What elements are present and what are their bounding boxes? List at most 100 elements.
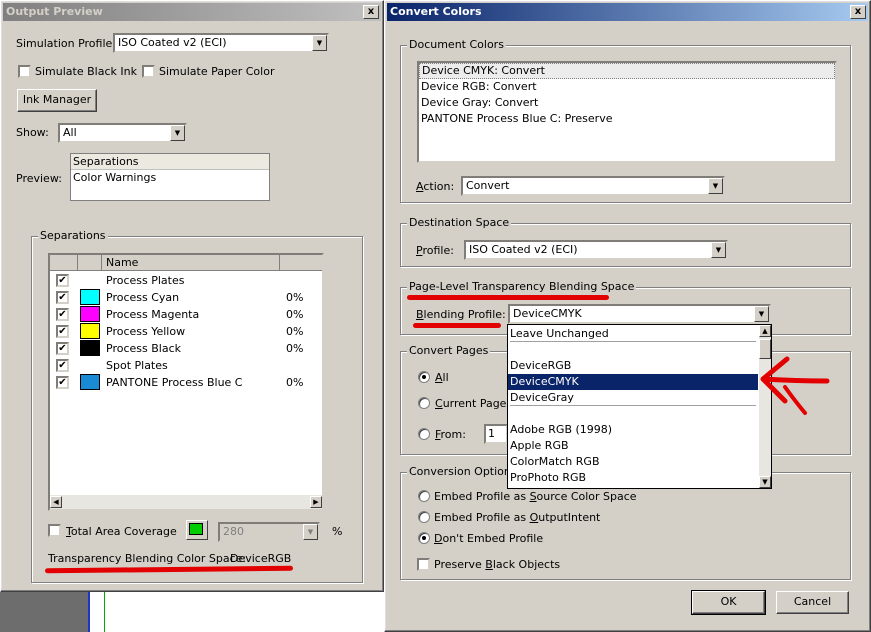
show-select[interactable]: All ▼ [58,123,187,143]
conversion-options-group-label: Conversion Options [407,465,519,478]
dropdown-option[interactable]: DeviceCMYK [508,374,758,390]
dropdown-option[interactable]: Leave Unchanged [508,326,758,342]
table-row[interactable]: ✔ PANTONE Process Blue C 0% [50,374,322,391]
table-row[interactable]: ✔ Process Yellow 0% [50,323,322,340]
chevron-down-icon[interactable]: ▼ [312,35,327,51]
close-icon[interactable]: x [363,5,379,19]
document-color-item[interactable]: Device RGB: Convert [419,79,835,95]
header-pct-col [280,255,322,271]
dropdown-option[interactable]: ColorMatch RGB [508,454,758,470]
document-color-item[interactable]: Device Gray: Convert [419,95,835,111]
dropdown-separator [508,405,758,422]
separation-name: Process Cyan [106,291,180,304]
table-row[interactable]: ✔ Process Plates [50,272,322,289]
table-row[interactable]: ✔ Spot Plates [50,357,322,374]
header-name[interactable]: Name [102,255,280,271]
separation-name: Process Plates [106,274,185,287]
simulate-paper-color-label: Simulate Paper Color [159,65,275,78]
coverage-value-select[interactable]: 280 ▼ [218,522,320,542]
simulate-paper-color-checkbox[interactable] [142,65,155,78]
ink-manager-button[interactable]: Ink Manager [17,89,97,112]
embed-source-radio[interactable] [418,490,430,502]
simulation-profile-select[interactable]: ISO Coated v2 (ECI) ▼ [113,33,329,53]
current-page-label: Current Page [435,397,507,410]
from-label: From: [435,428,466,441]
blending-profile-value: DeviceCMYK [513,307,582,320]
coverage-pct-sign: % [332,525,343,538]
header-check-col [50,255,78,271]
document-colors-list[interactable]: Device CMYK: Convert Device RGB: Convert… [417,61,837,163]
header-name-label: Name [106,256,139,269]
coverage-color-button[interactable] [186,520,208,540]
chevron-down-icon[interactable]: ▼ [170,125,185,141]
convert-colors-window: Convert Colors x Document Colors Device … [384,0,871,632]
table-row[interactable]: ✔ Process Cyan 0% [50,289,322,306]
horizontal-scrollbar[interactable]: ◀ ▶ [50,495,322,509]
all-pages-radio[interactable] [418,371,430,383]
close-icon[interactable]: x [850,5,866,19]
document-color-item[interactable]: PANTONE Process Blue C: Preserve [419,111,835,127]
separation-checkbox[interactable]: ✔ [56,359,69,372]
chevron-down-icon[interactable]: ▼ [708,178,723,194]
blending-profile-select[interactable]: DeviceCMYK ▼ [508,304,771,324]
document-color-item[interactable]: Device CMYK: Convert [419,63,835,79]
scroll-left-icon[interactable]: ◀ [50,496,62,508]
from-radio[interactable] [418,428,430,440]
dropdown-separator [508,341,758,358]
convert-colors-titlebar[interactable]: Convert Colors x [387,3,868,21]
total-area-coverage-checkbox[interactable] [48,524,61,537]
chevron-down-icon[interactable]: ▼ [711,242,726,258]
action-select[interactable]: Convert ▼ [461,176,725,196]
dropdown-option[interactable]: DeviceGray [508,390,758,406]
output-preview-titlebar[interactable]: Output Preview x [3,3,381,21]
destination-space-group-label: Destination Space [407,216,512,229]
from-page-input[interactable]: 1 [484,424,508,444]
convert-pages-group-label: Convert Pages [407,344,491,357]
table-row[interactable]: ✔ Process Black 0% [50,340,322,357]
dropdown-option[interactable]: DeviceRGB [508,358,758,374]
separation-percent: 0% [286,376,304,389]
chevron-down-icon[interactable]: ▼ [754,306,769,322]
ok-button[interactable]: OK [691,590,766,615]
dropdown-option[interactable]: Adobe RGB (1998) [508,422,758,438]
preview-option-color-warnings[interactable]: Color Warnings [71,170,269,186]
header-swatch-col [78,255,102,271]
all-pages-label: All [435,371,449,384]
embed-output-intent-radio[interactable] [418,511,430,523]
cancel-button[interactable]: Cancel [776,591,849,614]
separation-checkbox[interactable]: ✔ [56,308,69,321]
separations-table: Name ✔ Process Plates ✔ Process Cyan 0% ✔ Proc… [48,253,324,511]
chevron-down-icon[interactable]: ▼ [303,524,318,540]
simulate-black-ink-checkbox[interactable] [18,65,31,78]
scroll-up-icon[interactable]: ▲ [759,325,771,337]
separation-checkbox[interactable]: ✔ [56,342,69,355]
profile-select[interactable]: ISO Coated v2 (ECI) ▼ [464,240,728,260]
show-label: Show: [16,126,49,139]
tbcs-value: DeviceRGB [230,552,292,565]
preserve-black-checkbox[interactable] [417,558,430,571]
profile-value: ISO Coated v2 (ECI) [469,243,578,256]
scroll-right-icon[interactable]: ▶ [310,496,322,508]
preview-option-separations[interactable]: Separations [71,154,269,170]
separation-checkbox[interactable]: ✔ [56,274,69,287]
table-row[interactable]: ✔ Process Magenta 0% [50,306,322,323]
separator-line [510,341,756,342]
dropdown-option[interactable]: Apple RGB [508,438,758,454]
preview-list[interactable]: Separations Color Warnings [70,153,270,201]
coverage-value: 280 [223,525,244,538]
separation-checkbox[interactable]: ✔ [56,376,69,389]
dont-embed-label: Don't Embed Profile [434,532,544,545]
blending-profile-dropdown[interactable]: Leave Unchanged DeviceRGB DeviceCMYK Device… [507,324,772,489]
separation-percent: 0% [286,308,304,321]
document-colors-group-label: Document Colors [407,38,506,51]
separation-checkbox[interactable]: ✔ [56,291,69,304]
scroll-down-icon[interactable]: ▼ [759,476,771,488]
dropdown-option[interactable]: ProPhoto RGB [508,470,758,486]
current-page-radio[interactable] [418,397,430,409]
action-value: Convert [466,179,510,192]
embed-output-intent-label: Embed Profile as OutputIntent [434,511,601,524]
dont-embed-radio[interactable] [418,532,430,544]
separation-name: Process Magenta [106,308,200,321]
separation-name: Process Black [106,342,181,355]
separation-checkbox[interactable]: ✔ [56,325,69,338]
